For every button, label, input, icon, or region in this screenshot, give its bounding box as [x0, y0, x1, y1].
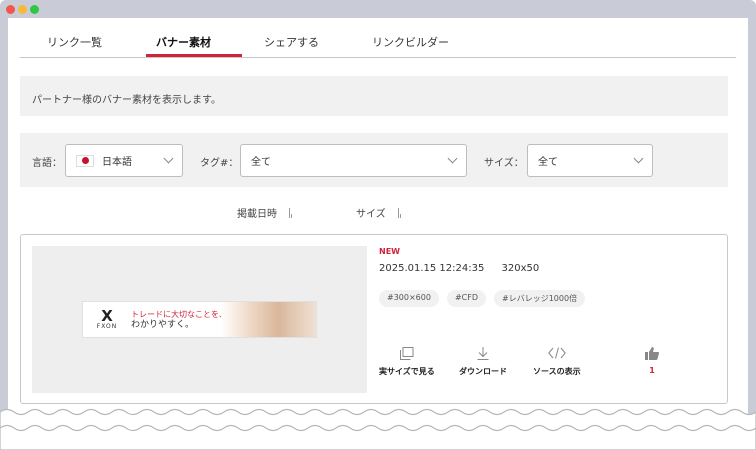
tag-chip[interactable]: #300×600: [379, 290, 439, 307]
page-content: リンク一覧 バナー素材 シェアする リンクビルダー パートナー様のバナー素材を表…: [8, 18, 748, 450]
tag-select-value: 全て: [251, 157, 271, 168]
sort-date-label: 掲載日時: [237, 209, 277, 220]
size-select[interactable]: 全て: [527, 144, 653, 177]
tag-chip[interactable]: #レバレッジ1000倍: [494, 290, 586, 307]
tag-filter-label: タグ#：: [200, 158, 239, 169]
chevron-down-icon: [633, 153, 644, 164]
tab-link-list[interactable]: リンク一覧: [47, 34, 102, 50]
info-message: パートナー様のバナー素材を表示します。: [20, 76, 728, 116]
thumbs-up-icon: [645, 347, 660, 361]
tab-bar: リンク一覧 バナー素材 シェアする リンクビルダー: [20, 18, 736, 58]
download-icon: [477, 347, 489, 361]
torn-edge-decoration: [0, 408, 756, 450]
language-select[interactable]: 日本語: [65, 144, 183, 177]
download-button[interactable]: ダウンロード: [459, 347, 507, 377]
tab-share[interactable]: シェアする: [264, 34, 319, 50]
maximize-window-button[interactable]: [30, 4, 39, 14]
banner-card: X FXON トレードに大切なことを、 わかりやすく。 NEW 2025.01.…: [20, 234, 728, 404]
size-filter-label: サイズ：: [484, 158, 524, 169]
posted-timestamp: 2025.01.15 12:24:35: [379, 263, 485, 274]
like-button[interactable]: 1: [645, 347, 660, 375]
banner-preview: X FXON トレードに大切なことを、 わかりやすく。: [32, 246, 367, 393]
banner-image[interactable]: X FXON トレードに大切なことを、 わかりやすく。: [82, 301, 317, 338]
sort-arrow-icon: [289, 207, 293, 218]
tab-banner-materials[interactable]: バナー素材: [156, 34, 211, 50]
sort-by-date[interactable]: 掲載日時: [237, 205, 293, 220]
tag-select[interactable]: 全て: [240, 144, 467, 177]
filter-bar: 言語： 日本語 タグ#： 全て サイズ： 全て: [20, 133, 728, 187]
tag-list: #300×600 #CFD #レバレッジ1000倍: [379, 290, 586, 307]
copy-frame-icon: [399, 347, 414, 361]
close-window-button[interactable]: [6, 4, 15, 14]
language-select-value: 日本語: [102, 157, 132, 168]
tag-chip[interactable]: #CFD: [446, 290, 487, 307]
size-select-value: 全て: [538, 157, 558, 168]
view-actual-size-button[interactable]: 実サイズで見る: [379, 347, 435, 377]
new-badge: NEW: [379, 247, 400, 256]
sort-size-label: サイズ: [356, 209, 386, 220]
like-count: 1: [649, 366, 655, 375]
japan-flag-icon: [76, 154, 94, 167]
banner-size: 320x50: [501, 263, 540, 274]
app-window: リンク一覧 バナー素材 シェアする リンクビルダー パートナー様のバナー素材を表…: [0, 0, 756, 450]
code-icon: [547, 347, 566, 361]
sort-by-size[interactable]: サイズ: [356, 205, 402, 220]
view-source-button[interactable]: ソースの表示: [533, 347, 581, 377]
minimize-window-button[interactable]: [18, 4, 27, 14]
banner-meta: 2025.01.15 12:24:35 320x50: [379, 263, 539, 274]
fxon-logo: X FXON: [96, 307, 118, 331]
banner-photo: [221, 302, 316, 337]
tab-link-builder[interactable]: リンクビルダー: [372, 34, 449, 50]
title-bar: [0, 0, 756, 18]
banner-copy: トレードに大切なことを、 わかりやすく。: [131, 309, 227, 330]
sort-arrow-icon: [397, 207, 402, 218]
active-tab-indicator: [146, 54, 242, 57]
chevron-down-icon: [163, 153, 174, 164]
language-filter-label: 言語：: [32, 158, 62, 169]
chevron-down-icon: [447, 153, 458, 164]
